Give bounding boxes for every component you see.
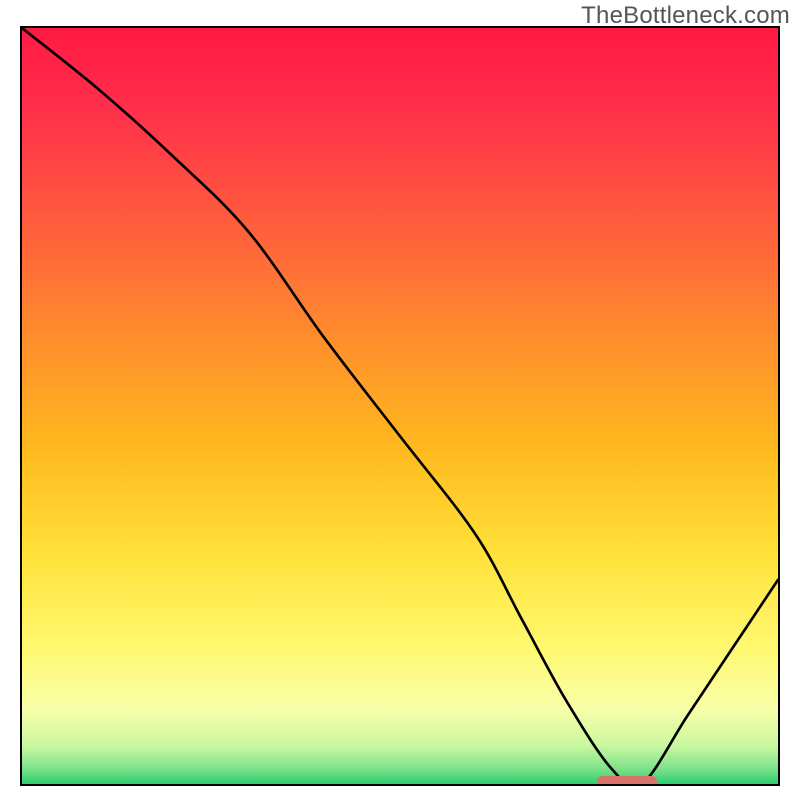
chart-container: TheBottleneck.com — [0, 0, 800, 800]
bottleneck-curve — [22, 28, 778, 784]
optimal-point-marker — [597, 776, 657, 786]
plot-area — [20, 26, 780, 786]
watermark-label: TheBottleneck.com — [581, 2, 790, 30]
